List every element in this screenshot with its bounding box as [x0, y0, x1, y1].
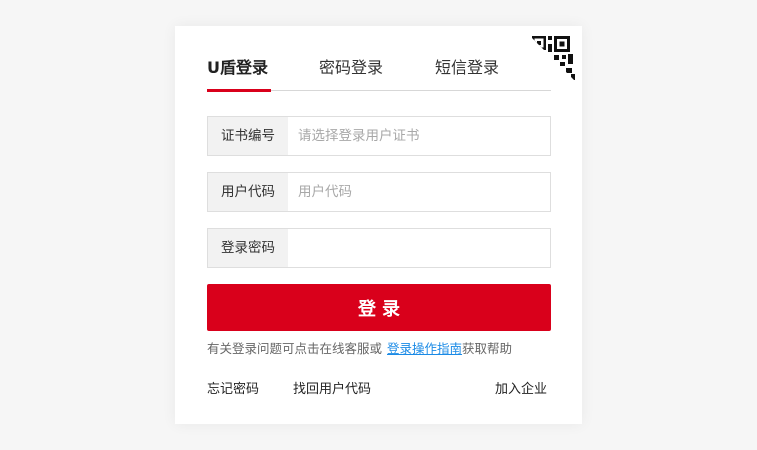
forgot-password-link[interactable]: 忘记密码 [207, 381, 259, 399]
user-code-input[interactable] [288, 173, 550, 211]
login-card: U盾登录 密码登录 短信登录 证书编号 用户代码 登录密码 登录 有关登录问题可… [175, 26, 582, 424]
certificate-label: 证书编号 [208, 117, 288, 155]
login-guide-link[interactable]: 登录操作指南 [387, 341, 462, 356]
tab-password-login[interactable]: 密码登录 [319, 56, 385, 90]
help-text: 有关登录问题可点击在线客服或 登录操作指南获取帮助 [207, 340, 557, 358]
help-prefix: 有关登录问题可点击在线客服或 [207, 341, 383, 356]
help-suffix: 获取帮助 [462, 341, 513, 356]
login-tabs: U盾登录 密码登录 短信登录 [207, 56, 551, 92]
certificate-field: 证书编号 [207, 116, 551, 156]
user-code-field: 用户代码 [207, 172, 551, 212]
password-input[interactable] [288, 229, 550, 267]
certificate-input[interactable] [288, 117, 550, 155]
tab-sms-login[interactable]: 短信登录 [435, 56, 501, 90]
login-button[interactable]: 登录 [207, 284, 551, 331]
user-code-label: 用户代码 [208, 173, 288, 211]
retrieve-user-code-link[interactable]: 找回用户代码 [293, 381, 371, 399]
password-field: 登录密码 [207, 228, 551, 268]
join-enterprise-link[interactable]: 加入企业 [495, 381, 547, 399]
password-label: 登录密码 [208, 229, 288, 267]
tab-ukey-login[interactable]: U盾登录 [207, 56, 271, 92]
